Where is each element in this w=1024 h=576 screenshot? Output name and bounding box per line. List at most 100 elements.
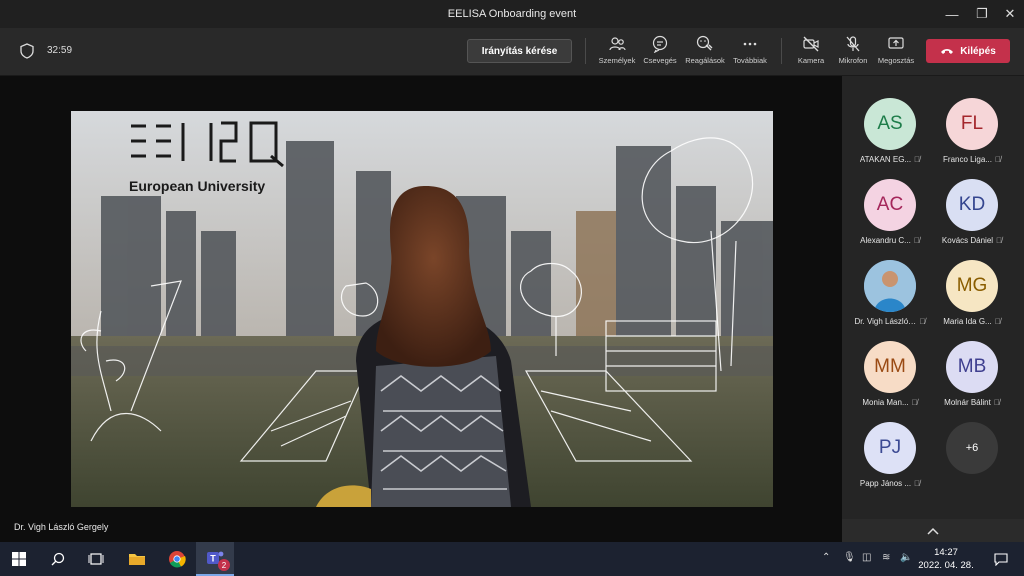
mic-off-icon: 🎙̸ [994,155,1001,164]
clock-time: 14:27 [934,547,958,558]
microphone-icon[interactable]: 🎙 [843,552,856,563]
more-label: Továbbiak [733,56,767,65]
people-button[interactable]: Személyek [595,35,639,71]
mic-off-icon: 🎙̸ [996,236,1003,245]
chat-icon [652,35,668,53]
mic-off-icon: 🎙̸ [914,479,921,488]
reactions-label: Reagálások [685,56,725,65]
avatar: AC [864,179,916,231]
reactions-button[interactable]: Reagálások [683,35,727,71]
more-options-button[interactable]: Továbbiak [728,35,772,71]
participant-tile[interactable]: MG Maria Ida G... 🎙̸ [932,260,1012,338]
participant-tile[interactable]: PJ Papp János ... 🎙̸ [850,422,930,500]
notification-center-button[interactable] [982,542,1020,576]
chevron-up-icon [927,527,939,535]
mic-off-icon: 🎙̸ [994,317,1001,326]
participant-name: Maria Ida G... [943,317,992,326]
chat-button[interactable]: Csevegés [638,35,682,71]
more-participants-button[interactable]: +6 [932,422,1012,500]
participant-tile[interactable]: KD Kovács Dániel 🎙̸ [932,179,1012,257]
mic-off-icon: 🎙̸ [919,317,926,326]
participant-name: Alexandru C... [860,236,911,245]
show-hidden-icons[interactable]: ⌃ [822,552,830,563]
search-icon [51,552,65,566]
system-clock[interactable]: 14:27 2022. 04. 28. [916,546,976,572]
mic-off-icon: 🎙̸ [913,236,920,245]
more-icon [743,42,757,46]
share-label: Megosztás [877,56,915,65]
teams-notification-badge: 2 [218,559,230,571]
camera-label: Kamera [797,56,825,65]
camera-button[interactable]: Kamera [789,35,833,71]
request-control-button[interactable]: Irányítás kérése [467,39,572,63]
people-icon [609,37,626,51]
file-explorer-button[interactable] [118,542,156,576]
avatar: AS [864,98,916,150]
participant-name: Dr. Vigh László ... [854,317,917,326]
slide-subtitle: European University [129,178,265,194]
overflow-count: +6 [946,422,998,474]
mic-off-icon: 🎙̸ [911,398,918,407]
mic-off-icon: 🎙̸ [993,398,1000,407]
mic-label: Mikrofon [838,56,868,65]
participant-name: Kovács Dániel [941,236,994,245]
reactions-icon [696,35,713,51]
shared-screen: European University [71,111,773,507]
chat-label: Csevegés [643,56,677,65]
avatar: FL [946,98,998,150]
mic-off-icon [846,36,860,52]
people-label: Személyek [598,56,636,65]
avatar: KD [946,179,998,231]
meeting-stage: European University Dr. Vigh László Gerg… [0,76,842,542]
avatar-photo [864,260,916,312]
chrome-button[interactable] [158,542,196,576]
clock-date: 2022. 04. 28. [918,560,974,571]
share-button[interactable]: Megosztás [874,35,918,71]
notification-icon [994,552,1008,566]
leave-button[interactable]: Kilépés [926,39,1010,63]
shield-icon [20,43,34,59]
participant-name: Franco Liga... [943,155,992,164]
participant-name: Monia Man... [862,398,909,407]
mic-off-icon: 🎙̸ [914,155,921,164]
participants-panel: AS ATAKAN EG... 🎙̸ FL Franco Liga... 🎙̸ AC… [842,76,1024,542]
collapse-panel-button[interactable] [842,519,1024,542]
task-view-button[interactable] [77,542,115,576]
shared-slide-image: European University [71,111,773,507]
leave-label: Kilépés [960,45,996,57]
close-icon[interactable]: ✕ [993,0,1024,28]
teams-button[interactable]: T 2 [196,542,234,576]
mic-button[interactable]: Mikrofon [831,35,875,71]
avatar: PJ [864,422,916,474]
avatar: MM [864,341,916,393]
taskbar: T 2 ⌃ 🎙 ◫ ≋ 🔈 14:27 2022. 04. 28. [0,542,1024,576]
camera-off-icon [803,36,819,52]
participant-name: ATAKAN EG... [859,155,912,164]
title-bar: EELISA Onboarding event [0,0,1024,28]
minimize-icon[interactable]: — [935,0,969,28]
participant-name: Papp János ... [859,479,912,488]
window-title: EELISA Onboarding event [447,8,577,20]
windows-icon [12,552,26,566]
wifi-icon[interactable]: ≋ [882,552,890,563]
volume-icon[interactable]: 🔈 [900,552,912,563]
meeting-timer: 32:59 [47,45,73,56]
participant-tile[interactable]: MB Molnár Bálint 🎙̸ [932,341,1012,419]
avatar: MB [946,341,998,393]
participant-tile[interactable]: AC Alexandru C... 🎙̸ [850,179,930,257]
folder-icon [129,554,145,565]
chrome-icon [169,551,186,568]
battery-icon[interactable]: ◫ [862,552,871,563]
presenter-name: Dr. Vigh László Gergely [14,522,109,532]
avatar: MG [946,260,998,312]
participant-tile[interactable]: MM Monia Man... 🎙̸ [850,341,930,419]
participant-tile[interactable]: AS ATAKAN EG... 🎙̸ [850,98,930,176]
svg-text:T: T [210,554,216,564]
share-screen-icon [888,37,904,49]
task-view-icon [88,553,104,565]
start-button[interactable] [0,542,38,576]
participant-name: Molnár Bálint [944,398,991,407]
participant-tile[interactable]: Dr. Vigh László ... 🎙̸ [850,260,930,338]
participant-tile[interactable]: FL Franco Liga... 🎙̸ [932,98,1012,176]
search-button[interactable] [39,542,77,576]
